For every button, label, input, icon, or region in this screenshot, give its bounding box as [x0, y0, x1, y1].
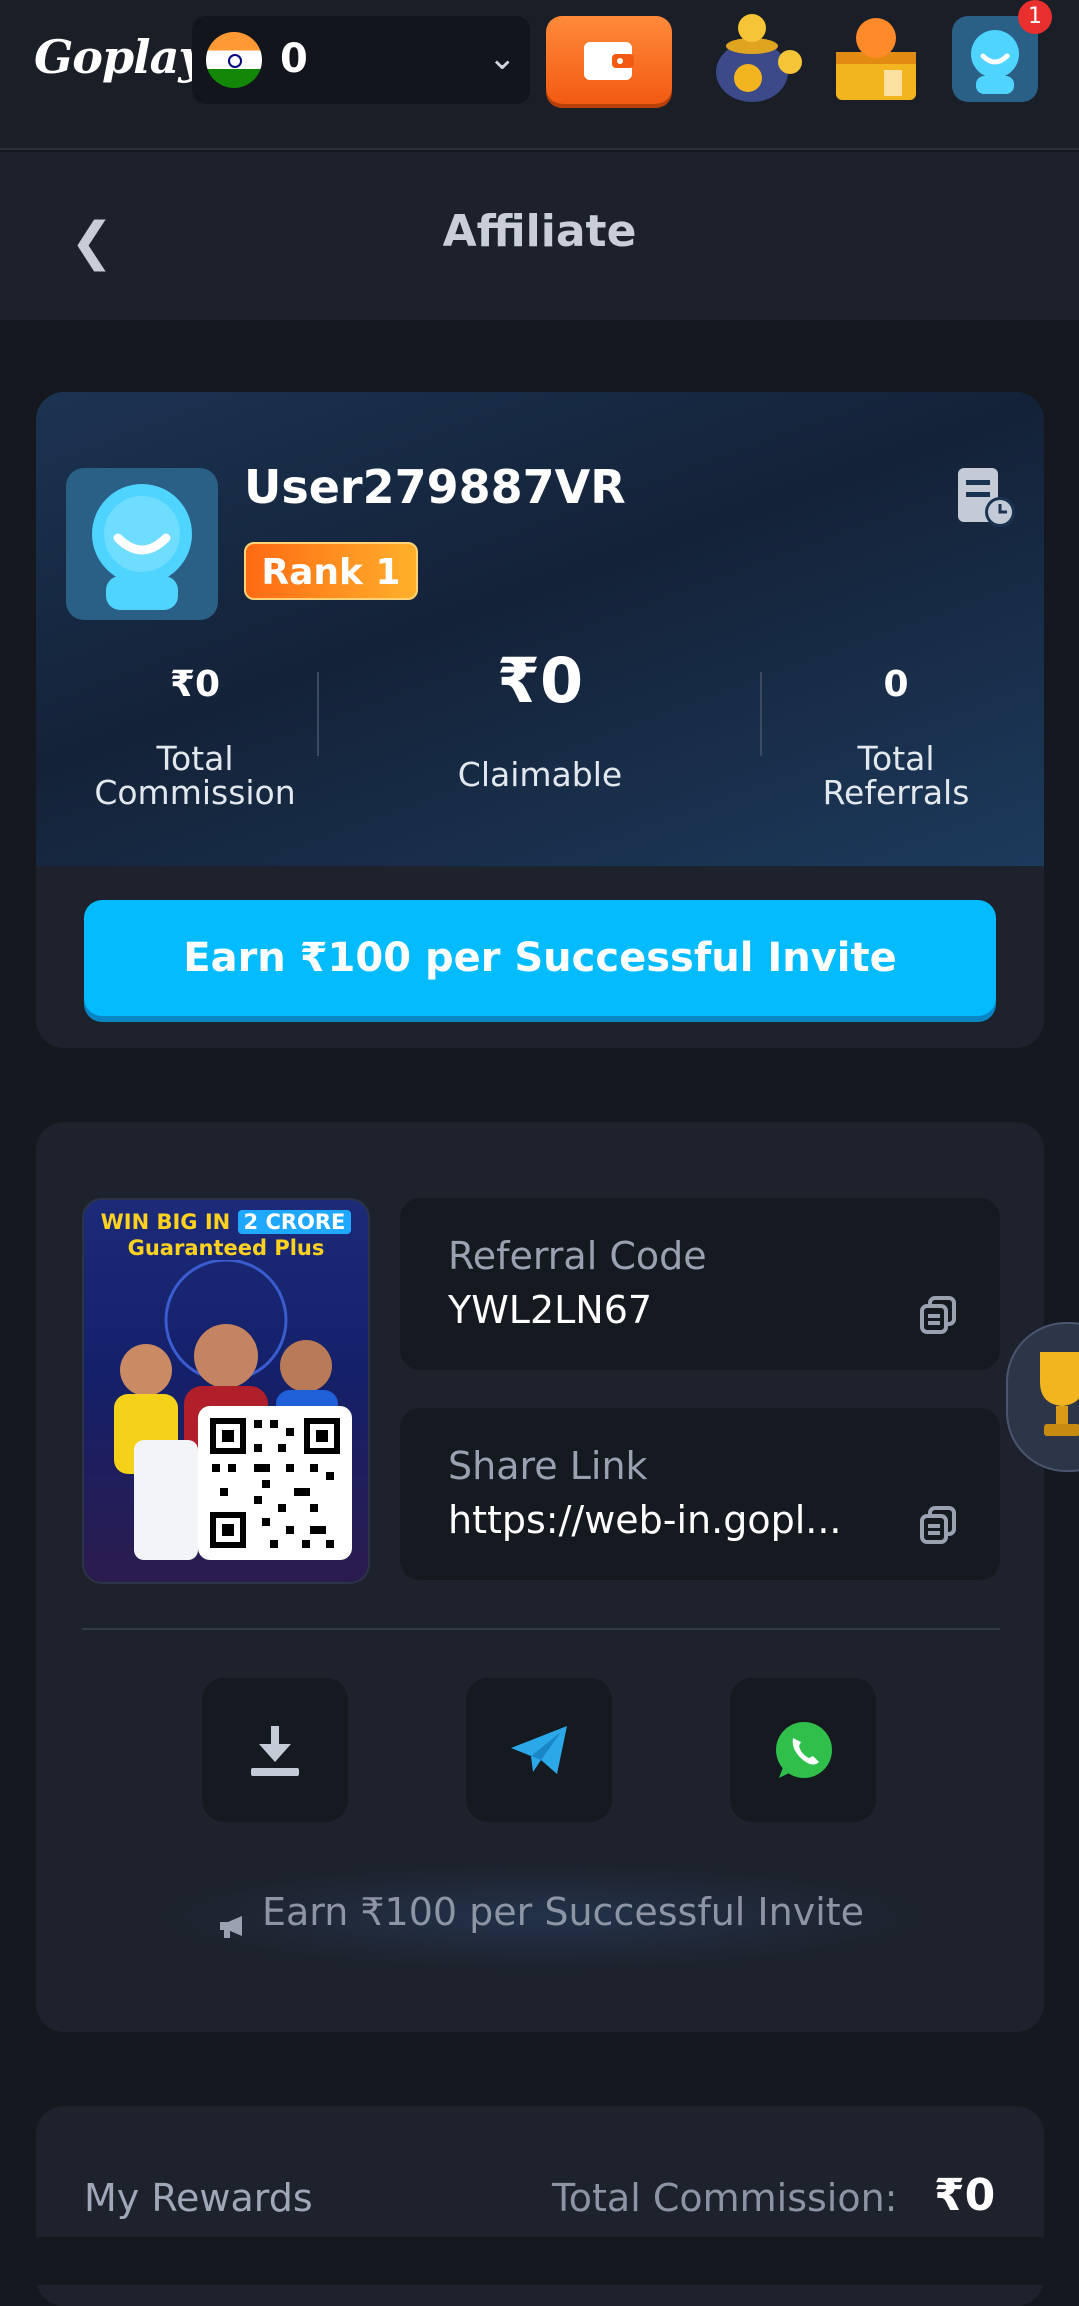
stat-divider [760, 672, 762, 756]
total-referrals-value: 0 [883, 664, 909, 705]
promo-text: Earn ₹100 per Successful Invite [146, 1890, 936, 1938]
megaphone-icon [218, 1903, 248, 1938]
user-avatar [66, 468, 218, 620]
bottom-edge [0, 2237, 1079, 2285]
stat-divider [317, 672, 319, 756]
download-button[interactable] [202, 1678, 348, 1822]
label-line: Claimable [457, 755, 623, 794]
download-icon [251, 1726, 299, 1776]
username: User279887VR [244, 460, 626, 514]
share-link-field: Share Link https://web-in.gopl... [400, 1408, 1000, 1580]
telegram-share-button[interactable] [466, 1678, 612, 1822]
copy-icon[interactable] [918, 1504, 958, 1548]
claimable-value: ₹0 [496, 644, 584, 717]
wallet-button[interactable] [546, 16, 672, 104]
promo-banner: Earn ₹100 per Successful Invite [146, 1862, 936, 1972]
label-line: Commission [94, 773, 296, 812]
notification-badge: 1 [1018, 0, 1052, 34]
label-line: Total [857, 739, 935, 778]
claimable-label: Claimable [340, 758, 740, 792]
chevron-down-icon: ⌄ [488, 38, 517, 78]
telegram-icon [511, 1726, 567, 1774]
poster-headline-highlight: 2 CRORE [237, 1210, 352, 1234]
referral-code-label: Referral Code [448, 1234, 707, 1278]
india-flag-icon [206, 32, 262, 88]
my-rewards-title: My Rewards [84, 2176, 313, 2220]
coin-pot-icon[interactable] [712, 6, 806, 106]
label-line: Total [156, 739, 234, 778]
copy-icon[interactable] [918, 1294, 958, 1338]
avatar-icon [92, 484, 192, 610]
share-card: WIN BIG IN 2 CRORE Guaranteed Plus Refer… [36, 1122, 1044, 2032]
top-bar: Goplay11 0 ⌄ 1 [0, 0, 1079, 150]
total-commission-value: ₹0 [934, 2170, 996, 2221]
whatsapp-share-button[interactable] [730, 1678, 876, 1822]
trophy-icon [1040, 1352, 1079, 1436]
affiliate-summary-card: User279887VR Rank 1 ₹0 Total Commission … [36, 392, 1044, 1048]
total-referrals-label: Total Referrals [784, 742, 1008, 810]
referral-code-value: YWL2LN67 [448, 1288, 653, 1332]
promo-label: Earn ₹100 per Successful Invite [261, 1890, 865, 1934]
balance-value: 0 [280, 36, 308, 82]
poster-headline: WIN BIG IN 2 CRORE [84, 1210, 368, 1234]
referral-poster[interactable]: WIN BIG IN 2 CRORE Guaranteed Plus [82, 1198, 370, 1584]
history-icon[interactable] [954, 466, 1018, 534]
total-commission-label: Total Commission [60, 742, 330, 810]
poster-subheadline: Guaranteed Plus [127, 1236, 325, 1260]
total-commission-value: ₹0 [169, 664, 221, 705]
share-link-label: Share Link [448, 1444, 648, 1488]
page-title: Affiliate [442, 206, 637, 257]
label-line: Referrals [822, 773, 970, 812]
poster-headline-prefix: WIN BIG IN [100, 1210, 231, 1234]
wallet-icon [584, 42, 634, 80]
treasure-box-icon[interactable] [828, 6, 926, 106]
referral-code-field: Referral Code YWL2LN67 [400, 1198, 1000, 1370]
share-link-value: https://web-in.gopl... [448, 1498, 842, 1542]
rank-badge: Rank 1 [244, 542, 418, 600]
page-header: ❮ Affiliate [0, 152, 1079, 320]
total-commission-label: Total Commission: [552, 2176, 898, 2220]
whatsapp-icon [776, 1722, 832, 1778]
balance-selector[interactable]: 0 ⌄ [192, 16, 530, 104]
qr-code [198, 1406, 352, 1560]
earn-invite-button[interactable]: Earn ₹100 per Successful Invite [84, 900, 996, 1016]
section-divider [82, 1628, 1000, 1630]
